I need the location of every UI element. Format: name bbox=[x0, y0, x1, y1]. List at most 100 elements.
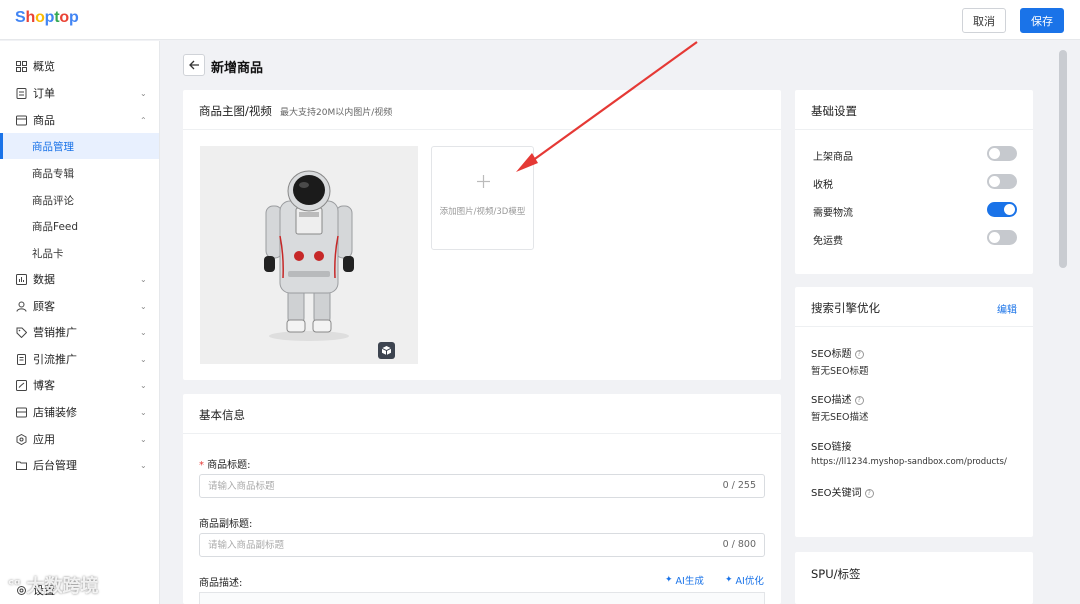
publish-toggle[interactable] bbox=[987, 146, 1017, 161]
chevron-down-icon: ⌄ bbox=[140, 434, 147, 444]
basic-settings-title: 基础设置 bbox=[811, 104, 857, 118]
media-card: 商品主图/视频 最大支持20M以内图片/视频 添加图片/视频/3D模型 bbox=[183, 90, 781, 380]
product-title-input[interactable] bbox=[200, 475, 700, 497]
toggle-label-shipping: 需要物流 bbox=[813, 208, 853, 219]
user-icon bbox=[16, 301, 27, 312]
chevron-down-icon: ⌄ bbox=[140, 407, 147, 417]
seo-link-value: https://ll1234.myshop-sandbox.com/produc… bbox=[811, 457, 1007, 467]
sidebar-subitem-feed[interactable]: 商品Feed bbox=[0, 213, 159, 239]
ai-generate-button[interactable]: ✦ AI生成 bbox=[665, 573, 704, 587]
sidebar-item-label: 后台管理 bbox=[33, 459, 77, 472]
product-title-label-text: 商品标题: bbox=[207, 460, 251, 471]
add-media-label: 添加图片/视频/3D模型 bbox=[439, 207, 526, 217]
grid-icon bbox=[16, 60, 27, 72]
media-hint: 最大支持20M以内图片/视频 bbox=[280, 108, 393, 118]
sidebar-item-data[interactable]: 数据 ⌄ bbox=[0, 266, 159, 292]
sidebar-item-customers[interactable]: 顾客 ⌄ bbox=[0, 293, 159, 319]
help-icon[interactable]: ? bbox=[854, 395, 864, 405]
seo-title-label: SEO标题? bbox=[811, 345, 864, 360]
sidebar-subitem-product-management[interactable]: 商品管理 bbox=[0, 133, 159, 159]
sidebar-item-store-design[interactable]: 店铺装修 ⌄ bbox=[0, 399, 159, 425]
save-button[interactable]: 保存 bbox=[1020, 8, 1064, 33]
required-mark: * bbox=[199, 460, 204, 471]
product-image[interactable] bbox=[200, 146, 418, 364]
watermark: ᶜᵅ 大数跨境 bbox=[8, 572, 99, 598]
sidebar-subitem-collections[interactable]: 商品专辑 bbox=[0, 160, 159, 186]
add-media-button[interactable]: 添加图片/视频/3D模型 bbox=[431, 146, 534, 250]
product-subtitle-input[interactable] bbox=[200, 534, 700, 556]
char-counter: 0 / 255 bbox=[722, 480, 756, 491]
chevron-down-icon: ⌄ bbox=[140, 460, 147, 470]
hexagon-icon bbox=[16, 433, 27, 445]
sidebar-item-label: 数据 bbox=[33, 273, 55, 286]
sidebar-item-overview[interactable]: 概览 bbox=[0, 53, 159, 79]
cube-icon bbox=[381, 346, 392, 355]
back-button[interactable] bbox=[183, 54, 205, 76]
product-title-label: * 商品标题: bbox=[199, 456, 251, 471]
toggle-label-tax: 收税 bbox=[813, 180, 833, 191]
tag-icon bbox=[16, 327, 27, 338]
sidebar-subitem-label: 商品评论 bbox=[32, 194, 74, 207]
product-description-label: 商品描述: bbox=[199, 578, 243, 589]
ai-optimize-label: AI优化 bbox=[735, 576, 764, 587]
sidebar-item-admin[interactable]: 后台管理 ⌄ bbox=[0, 452, 159, 478]
help-icon[interactable]: ? bbox=[854, 349, 864, 359]
media-title: 商品主图/视频 bbox=[199, 104, 272, 118]
folder-icon bbox=[16, 460, 27, 471]
blog-icon bbox=[16, 379, 27, 391]
sidebar-item-blog[interactable]: 博客 ⌄ bbox=[0, 372, 159, 398]
seo-keywords-label: SEO关键词? bbox=[811, 484, 874, 499]
tax-toggle[interactable] bbox=[987, 174, 1017, 189]
sidebar-item-label: 应用 bbox=[33, 433, 55, 446]
cube-icon[interactable] bbox=[378, 342, 395, 359]
toggle-label-publish: 上架商品 bbox=[813, 152, 853, 163]
product-title-field[interactable]: 0 / 255 bbox=[199, 474, 765, 498]
sidebar-item-label: 引流推广 bbox=[33, 353, 77, 366]
box-icon bbox=[16, 115, 27, 126]
basic-info-card: 基本信息 * 商品标题: 0 / 255 商品副标题: 0 / 800 商品描述… bbox=[183, 394, 781, 604]
basic-settings-card: 基础设置 上架商品 收税 需要物流 免运费 bbox=[795, 90, 1033, 274]
chevron-down-icon: ⌄ bbox=[140, 274, 147, 284]
help-icon[interactable]: ? bbox=[864, 488, 874, 498]
basic-info-header: 基本信息 bbox=[183, 394, 781, 434]
spu-title: SPU/标签 bbox=[811, 567, 861, 581]
sidebar-item-label: 订单 bbox=[33, 87, 55, 100]
logo-letter: o bbox=[35, 9, 45, 26]
seo-edit-link[interactable]: 编辑 bbox=[997, 301, 1017, 316]
sidebar-subitem-label: 商品Feed bbox=[32, 220, 79, 233]
free-shipping-toggle[interactable] bbox=[987, 230, 1017, 245]
spu-card: SPU/标签 bbox=[795, 552, 1033, 604]
product-subtitle-field[interactable]: 0 / 800 bbox=[199, 533, 765, 557]
arrow-left-icon bbox=[188, 60, 199, 70]
char-counter: 0 / 800 bbox=[722, 539, 756, 550]
chevron-down-icon: ⌄ bbox=[140, 88, 147, 98]
sidebar-subitem-gift-card[interactable]: 礼品卡 bbox=[0, 240, 159, 266]
logo-letter: p bbox=[44, 9, 55, 26]
page-title: 新增商品 bbox=[211, 61, 264, 76]
sidebar-item-products[interactable]: 商品 ⌃ bbox=[0, 107, 159, 133]
sidebar-subitem-label: 商品管理 bbox=[32, 140, 74, 153]
sidebar-item-orders[interactable]: 订单 ⌄ bbox=[0, 80, 159, 106]
astronaut-3d-model bbox=[264, 170, 354, 341]
logo-letter: S bbox=[15, 9, 26, 26]
document-icon bbox=[16, 353, 27, 365]
cancel-button[interactable]: 取消 bbox=[962, 8, 1006, 33]
editor-toolbar[interactable] bbox=[199, 592, 765, 604]
seo-desc-label: SEO描述? bbox=[811, 391, 864, 406]
seo-title-label-text: SEO标题 bbox=[811, 349, 852, 360]
sidebar-subitem-reviews[interactable]: 商品评论 bbox=[0, 187, 159, 213]
media-card-header: 商品主图/视频 最大支持20M以内图片/视频 bbox=[183, 90, 781, 130]
sidebar-item-apps[interactable]: 应用 ⌄ bbox=[0, 426, 159, 452]
seo-card: 搜索引擎优化 编辑 SEO标题? 暂无SEO标题 SEO描述? 暂无SEO描述 … bbox=[795, 287, 1033, 537]
receipt-icon bbox=[16, 87, 27, 99]
sidebar-item-marketing[interactable]: 营销推广 ⌄ bbox=[0, 319, 159, 345]
shoptop-logo[interactable]: Shoptop bbox=[15, 9, 79, 27]
shipping-toggle[interactable] bbox=[987, 202, 1017, 217]
ai-optimize-button[interactable]: ✦ AI优化 bbox=[725, 573, 764, 587]
scrollbar-thumb[interactable] bbox=[1059, 50, 1067, 268]
logo-letter: o bbox=[59, 9, 69, 26]
basic-settings-header: 基础设置 bbox=[795, 90, 1033, 130]
top-bar: Shoptop 取消 保存 bbox=[0, 0, 1080, 40]
chevron-down-icon: ⌄ bbox=[140, 380, 147, 390]
sidebar-item-traffic[interactable]: 引流推广 ⌄ bbox=[0, 346, 159, 372]
